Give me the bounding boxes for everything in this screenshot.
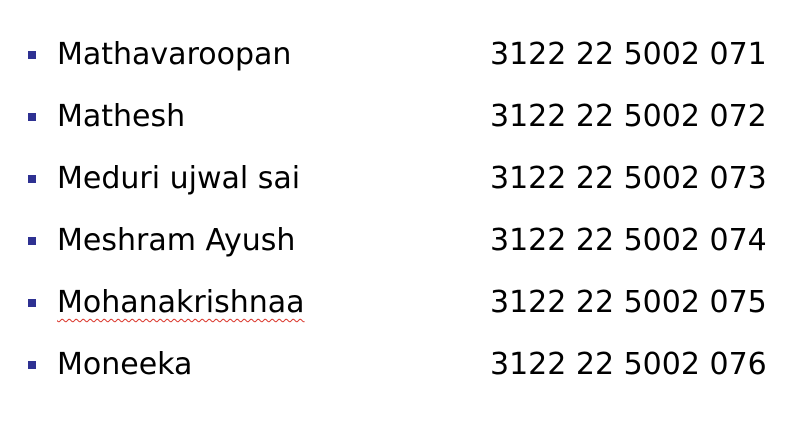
list-item: Meduri ujwal sai 3122 22 5002 073 bbox=[0, 151, 806, 213]
student-name: Meduri ujwal sai bbox=[57, 161, 301, 196]
register-number: 3122 22 5002 071 bbox=[490, 37, 767, 72]
list-item: Mathavaroopan 3122 22 5002 071 bbox=[0, 27, 806, 89]
register-number: 3122 22 5002 075 bbox=[490, 285, 767, 320]
student-name: Moneeka bbox=[57, 347, 193, 382]
student-name: Meshram Ayush bbox=[57, 223, 296, 258]
square-bullet-icon bbox=[28, 361, 36, 369]
square-bullet-icon bbox=[28, 113, 36, 121]
register-number: 3122 22 5002 074 bbox=[490, 223, 767, 258]
student-name: Mathesh bbox=[57, 99, 186, 134]
list-item: Mohanakrishnaa 3122 22 5002 075 bbox=[0, 275, 806, 337]
square-bullet-icon bbox=[28, 237, 36, 245]
register-number: 3122 22 5002 076 bbox=[490, 347, 767, 382]
list-item: Moneeka 3122 22 5002 076 bbox=[0, 337, 806, 399]
square-bullet-icon bbox=[28, 299, 36, 307]
square-bullet-icon bbox=[28, 175, 36, 183]
slide: Mathavaroopan 3122 22 5002 071 Mathesh 3… bbox=[0, 0, 806, 425]
list-item: Mathesh 3122 22 5002 072 bbox=[0, 89, 806, 151]
student-name: Mathavaroopan bbox=[57, 37, 292, 72]
square-bullet-icon bbox=[28, 51, 36, 59]
student-list: Mathavaroopan 3122 22 5002 071 Mathesh 3… bbox=[0, 27, 806, 399]
list-item: Meshram Ayush 3122 22 5002 074 bbox=[0, 213, 806, 275]
register-number: 3122 22 5002 072 bbox=[490, 99, 767, 134]
student-name: Mohanakrishnaa bbox=[57, 285, 305, 320]
register-number: 3122 22 5002 073 bbox=[490, 161, 767, 196]
